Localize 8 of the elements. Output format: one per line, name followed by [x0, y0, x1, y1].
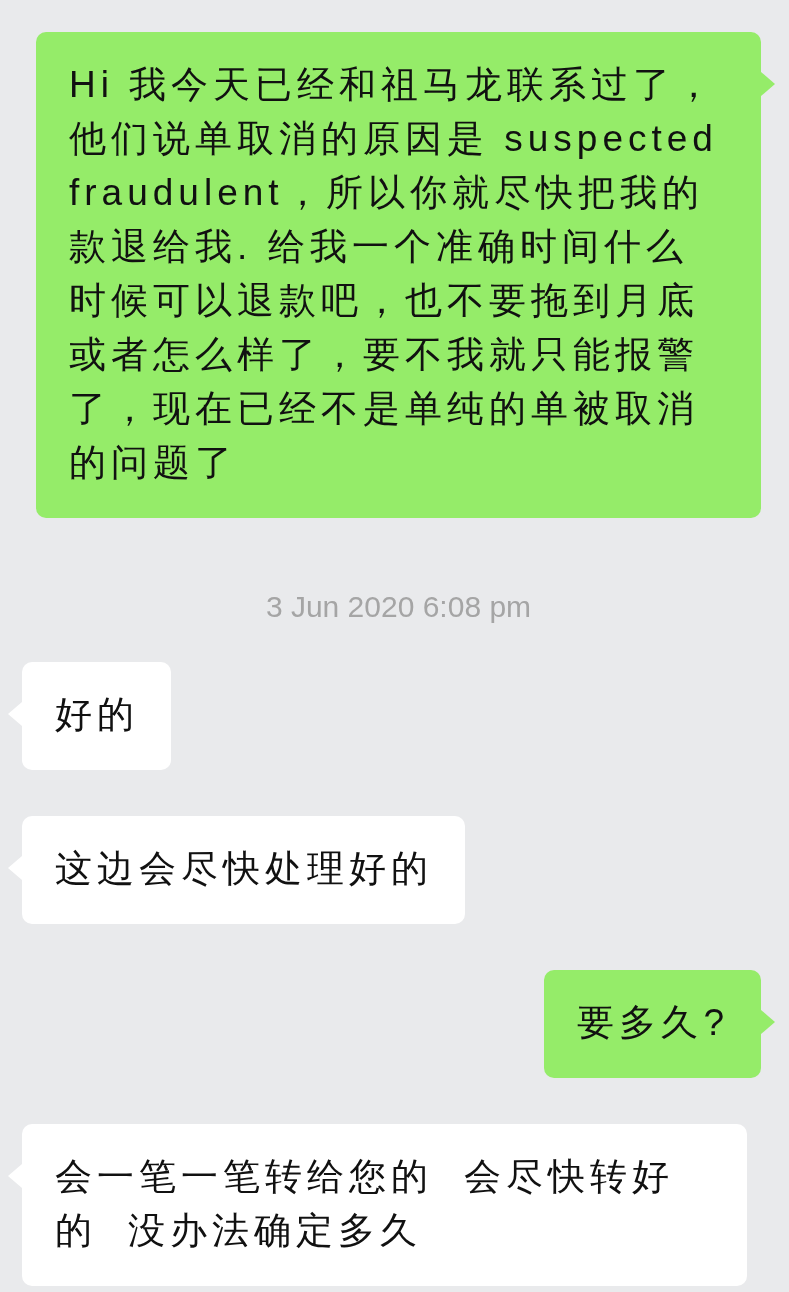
timestamp: 3 Jun 2020 6:08 pm [264, 590, 533, 624]
bubble-tail [761, 72, 775, 96]
message-bubble: Hi 我今天已经和祖马龙联系过了，他们说单取消的原因是 suspected fraudulent，所以你就尽快把我的款退给我. 给我一个准确时间什么时候可以退款吧，也不要拖到月底或者怎么样了，要不我就只能报警了，现在已经不是单纯的单被取消的问题了 [36, 32, 761, 518]
message-bubble: 要多久? [544, 970, 761, 1078]
message-bubble: 好的 [22, 662, 171, 770]
bubble-tail [761, 1010, 775, 1034]
message-bubble: 这边会尽快处理好的 [22, 816, 465, 924]
message-bubble: 会一笔一笔转给您的 会尽快转好的 没办法确定多久 [22, 1124, 747, 1286]
